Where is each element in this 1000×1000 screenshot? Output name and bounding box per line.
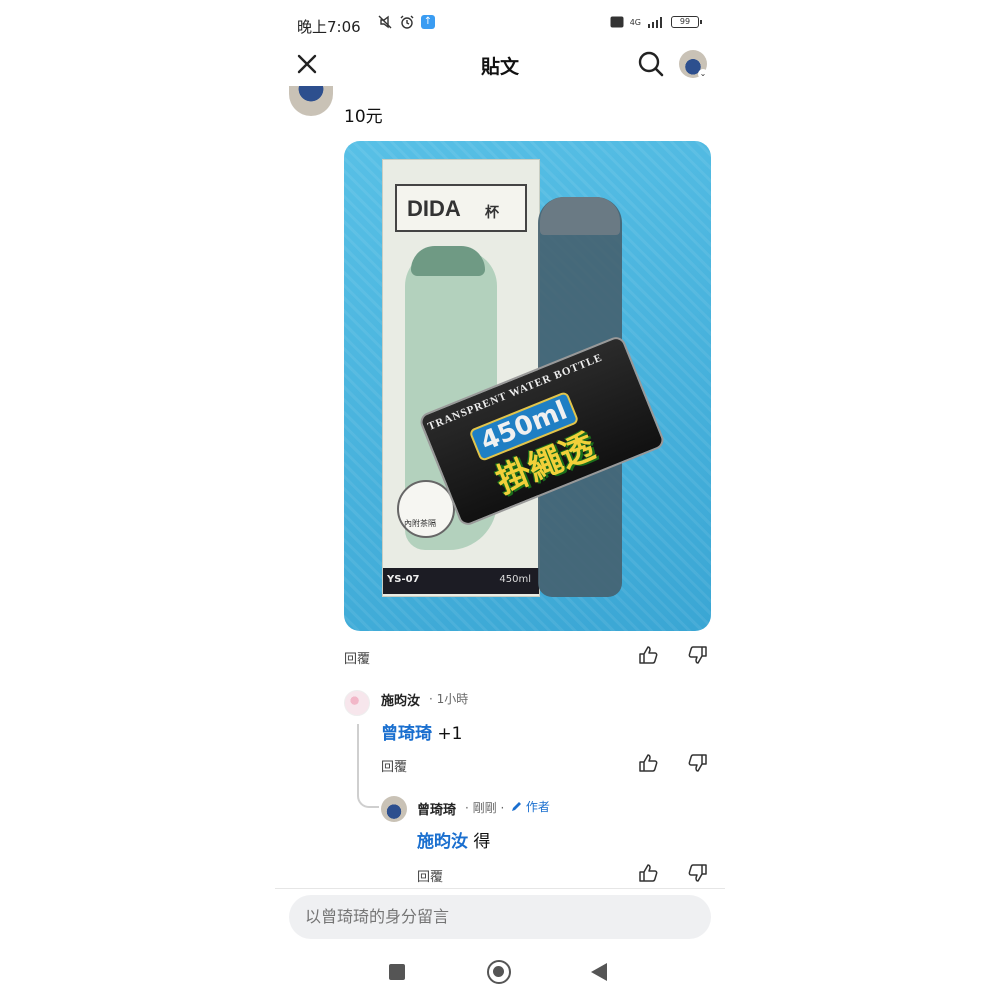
divider bbox=[275, 888, 725, 889]
system-nav-bar bbox=[275, 952, 725, 992]
box-label: DIDA 杯 bbox=[395, 184, 527, 232]
alarm-icon bbox=[400, 15, 414, 29]
water-bottle-cap bbox=[540, 197, 620, 235]
box-brand-sub: 杯 bbox=[485, 205, 499, 221]
thumbs-down-icon[interactable] bbox=[687, 644, 709, 666]
box-model: YS-07 bbox=[387, 574, 420, 585]
author-badge-label: 作者 bbox=[525, 800, 550, 814]
comment-avatar[interactable] bbox=[289, 86, 333, 116]
mute-icon bbox=[378, 15, 392, 29]
box-volume: 450ml bbox=[499, 574, 531, 585]
reply-button[interactable]: 回覆 bbox=[344, 648, 370, 667]
phone-screen: 晚上7:06 ↑ 4G 99 貼文 ⌄ 10元 DIDA 杯 內附茶隔 YS-0… bbox=[275, 0, 725, 1000]
reply-author[interactable]: 施昀汝 bbox=[381, 690, 420, 709]
signal-icon bbox=[648, 17, 662, 28]
reply-body: +1 bbox=[437, 724, 463, 744]
thumbs-up-icon[interactable] bbox=[637, 862, 659, 884]
chevron-down-icon[interactable]: ⌄ bbox=[698, 69, 708, 79]
thread-connector bbox=[357, 724, 379, 808]
recents-icon[interactable] bbox=[389, 964, 405, 980]
back-icon[interactable] bbox=[591, 963, 607, 981]
pencil-icon bbox=[512, 802, 521, 811]
comment-photo[interactable]: DIDA 杯 內附茶隔 YS-07 450ml TRANSPRENT WATER… bbox=[344, 141, 711, 631]
status-time: 晚上7:06 bbox=[297, 18, 361, 36]
status-left-icons: ↑ bbox=[377, 14, 435, 30]
reply-avatar[interactable] bbox=[381, 796, 407, 822]
comment-text: 10元 bbox=[344, 107, 383, 127]
mention-link[interactable]: 施昀汝 bbox=[417, 832, 468, 852]
thumbs-down-icon[interactable] bbox=[687, 752, 709, 774]
reply-body: 得 bbox=[473, 832, 491, 852]
header: 貼文 ⌄ bbox=[275, 42, 725, 86]
author-badge: 作者 bbox=[511, 798, 550, 815]
box-brand: DIDA bbox=[407, 196, 461, 221]
box-footer: YS-07 450ml bbox=[383, 568, 539, 594]
thumbs-up-icon[interactable] bbox=[637, 752, 659, 774]
volte-icon bbox=[610, 16, 624, 28]
network-label: 4G bbox=[629, 17, 641, 27]
reply-time: · 剛剛 · bbox=[465, 801, 505, 815]
home-icon[interactable] bbox=[487, 960, 511, 984]
reply-time: · 1小時 bbox=[429, 692, 469, 706]
reply-button[interactable]: 回覆 bbox=[381, 756, 407, 775]
status-right-icons: 4G 99 bbox=[610, 16, 702, 28]
reply-button[interactable]: 回覆 bbox=[417, 866, 443, 885]
battery-icon: 99 bbox=[671, 16, 702, 28]
mention-link[interactable]: 曾琦琦 bbox=[381, 724, 432, 744]
box-circle-text: 內附茶隔 bbox=[404, 519, 436, 528]
box-bottle-cap bbox=[411, 246, 485, 276]
status-bar: 晚上7:06 ↑ 4G 99 bbox=[275, 10, 725, 40]
comment-input[interactable] bbox=[289, 895, 711, 939]
reply-avatar[interactable] bbox=[344, 690, 370, 716]
thumbs-down-icon[interactable] bbox=[687, 862, 709, 884]
reply-author[interactable]: 曾琦琦 bbox=[417, 799, 456, 818]
thumbs-up-icon[interactable] bbox=[637, 644, 659, 666]
reply-text: 曾琦琦 +1 bbox=[381, 719, 462, 744]
search-icon[interactable] bbox=[637, 50, 665, 78]
reply-text: 施昀汝 得 bbox=[417, 827, 490, 852]
app-notification-icon: ↑ bbox=[421, 15, 435, 29]
